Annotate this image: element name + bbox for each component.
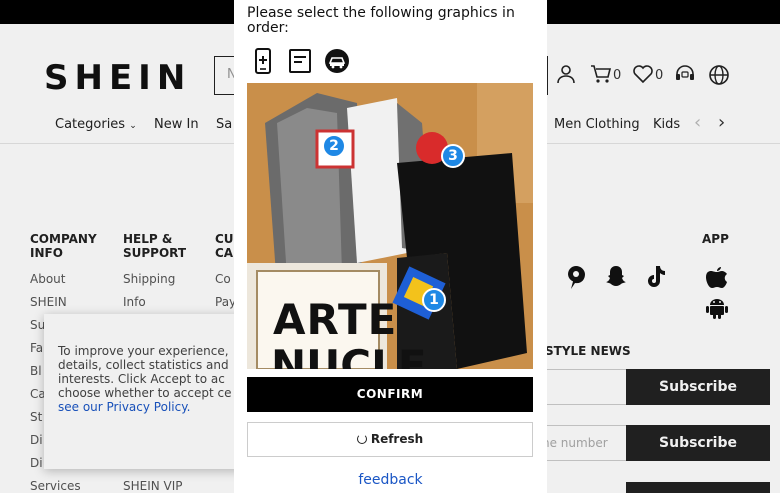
- phone-plus-icon: [250, 48, 276, 74]
- image-text-nucle: NUCLE: [271, 341, 427, 369]
- image-text-arte: ARTE: [273, 295, 398, 344]
- click-order-badge[interactable]: 3: [441, 144, 465, 168]
- refresh-button[interactable]: Refresh: [247, 422, 533, 457]
- refresh-label: Refresh: [370, 432, 424, 446]
- refresh-icon: [356, 434, 367, 444]
- click-order-badge[interactable]: 2: [322, 134, 346, 158]
- captcha-image[interactable]: ARTE NUCLE 2 3 1: [247, 83, 533, 369]
- confirm-button[interactable]: CONFIRM: [247, 377, 533, 412]
- captcha-modal: Please select the following graphics in …: [234, 0, 547, 493]
- click-order-badge[interactable]: 1: [422, 288, 446, 312]
- car-badge-icon: [324, 48, 350, 74]
- captcha-instruction: Please select the following graphics in …: [247, 5, 515, 36]
- document-icon: [287, 48, 313, 74]
- feedback-link[interactable]: feedback: [234, 472, 547, 488]
